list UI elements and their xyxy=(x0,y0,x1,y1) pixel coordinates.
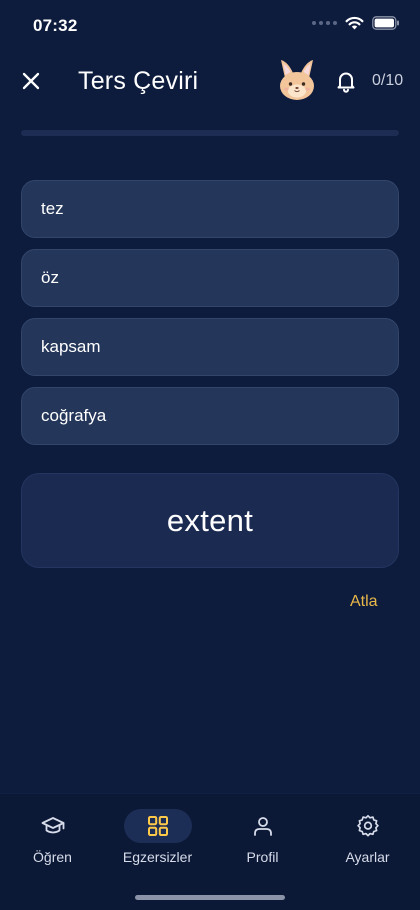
grid-icon xyxy=(147,816,168,836)
nav-item-learn[interactable]: Öğren xyxy=(0,809,105,865)
answer-option-label: coğrafya xyxy=(41,406,107,425)
progress-bar xyxy=(21,130,399,136)
answer-option-label: öz xyxy=(41,268,59,287)
nav-icon-container xyxy=(19,809,87,843)
close-icon xyxy=(22,72,40,90)
progress-counter: 0/10 xyxy=(372,72,404,89)
nav-icon-container xyxy=(229,809,297,843)
header: Ters Çeviri 0/10 xyxy=(0,56,420,108)
answer-option-label: kapsam xyxy=(41,337,101,356)
mascot-avatar xyxy=(280,60,314,100)
status-icons xyxy=(312,16,400,30)
page-title: Ters Çeviri xyxy=(78,67,199,95)
answer-options: tez öz kapsam coğrafya xyxy=(21,180,399,456)
answer-option-label: tez xyxy=(41,199,64,218)
wifi-icon xyxy=(345,16,364,30)
nav-label: Profil xyxy=(246,849,279,865)
prompt-word-card: extent xyxy=(21,473,399,568)
answer-option[interactable]: kapsam xyxy=(21,318,399,376)
close-button[interactable] xyxy=(18,68,44,94)
home-indicator xyxy=(135,895,285,900)
battery-icon xyxy=(372,16,399,30)
nav-label: Ayarlar xyxy=(345,849,390,865)
nav-icon-container xyxy=(123,809,192,843)
answer-option[interactable]: coğrafya xyxy=(21,387,399,445)
bottom-navigation: Öğren Egzersizler Profil Ayarlar xyxy=(0,793,420,910)
person-icon xyxy=(253,817,272,836)
nav-label: Egzersizler xyxy=(122,849,193,865)
signal-icon xyxy=(312,21,337,25)
prompt-word: extent xyxy=(166,502,254,538)
nav-item-profile[interactable]: Profil xyxy=(210,809,315,865)
bell-icon[interactable] xyxy=(334,69,358,93)
skip-button[interactable]: Atla xyxy=(350,593,378,611)
answer-option[interactable]: öz xyxy=(21,249,399,307)
status-time: 07:32 xyxy=(33,16,78,35)
nav-icon-container xyxy=(334,809,402,843)
gear-icon xyxy=(356,814,379,837)
status-bar: 07:32 xyxy=(0,0,420,50)
nav-item-exercises[interactable]: Egzersizler xyxy=(105,809,210,865)
graduation-cap-icon xyxy=(41,817,64,834)
answer-option[interactable]: tez xyxy=(21,180,399,238)
nav-label: Öğren xyxy=(33,849,72,865)
nav-item-settings[interactable]: Ayarlar xyxy=(315,809,420,865)
